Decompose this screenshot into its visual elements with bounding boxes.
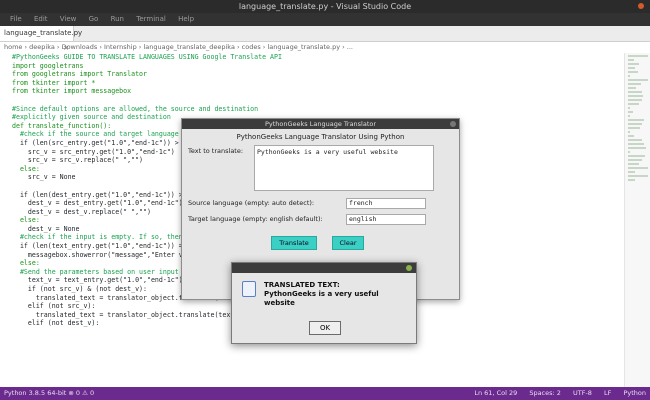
menu-file[interactable]: File — [10, 15, 22, 23]
menu-edit[interactable]: Edit — [34, 15, 48, 23]
minimap-line — [628, 143, 644, 145]
window-title: language_translate.py - Visual Studio Co… — [238, 2, 412, 11]
minimap-line — [628, 147, 646, 149]
minimap-line — [628, 75, 630, 77]
minimap-line — [628, 171, 635, 173]
status-indentation[interactable]: Spaces: 2 — [529, 389, 561, 397]
minimap-line — [628, 63, 640, 65]
status-eol[interactable]: LF — [604, 389, 611, 397]
editor-tab-bar: language_translate.py × — [0, 26, 650, 52]
clear-button[interactable]: Clear — [332, 236, 364, 250]
minimap-line — [628, 103, 639, 105]
menu-run[interactable]: Run — [111, 15, 124, 23]
minimap-line — [628, 87, 637, 89]
minimap-line — [628, 139, 643, 141]
minimap-line — [628, 163, 640, 165]
menu-bar: File Edit View Go Run Terminal Help — [0, 13, 650, 26]
code-line[interactable]: from tkinter import * — [0, 79, 622, 88]
dialog-message-line: TRANSLATED TEXT: — [264, 281, 340, 289]
app-close-icon[interactable] — [450, 121, 456, 127]
minimap-line — [628, 91, 642, 93]
code-line[interactable]: import googletrans — [0, 62, 622, 71]
minimap-line — [628, 67, 635, 69]
menu-help[interactable]: Help — [178, 15, 194, 23]
dialog-message: TRANSLATED TEXT: PythonGeeks is a very us… — [264, 281, 410, 308]
source-language-input[interactable]: french — [346, 198, 426, 209]
minimap-line — [628, 111, 634, 113]
status-bar: Python 3.8.5 64-bit ⊗ 0 ⚠ 0 Ln 61, Col 2… — [0, 387, 650, 400]
code-line[interactable]: #Since default options are allowed, the … — [0, 105, 622, 114]
status-language[interactable]: Python — [623, 389, 646, 397]
dialog-titlebar — [232, 263, 416, 273]
minimap-line — [628, 151, 631, 153]
target-language-input[interactable]: english — [346, 214, 426, 225]
minimap-line — [628, 99, 642, 101]
tab-label: language_translate.py — [4, 29, 83, 37]
status-cursor-position[interactable]: Ln 61, Col 29 — [474, 389, 517, 397]
dialog-message-line: PythonGeeks is a very useful website — [264, 290, 379, 307]
minimap-line — [628, 55, 648, 57]
dialog-close-icon[interactable] — [406, 265, 412, 271]
tab-language-translate[interactable]: language_translate.py × — [0, 26, 82, 52]
target-language-label: Target language (empty: english default)… — [188, 215, 323, 223]
menu-terminal[interactable]: Terminal — [136, 15, 166, 23]
translate-button[interactable]: Translate — [271, 236, 317, 250]
status-left[interactable]: Python 3.8.5 64-bit ⊗ 0 ⚠ 0 — [4, 387, 94, 400]
close-window-icon[interactable] — [638, 3, 644, 9]
app-heading: PythonGeeks Language Translator Using Py… — [236, 133, 405, 141]
text-to-translate-label: Text to translate: — [188, 147, 244, 155]
minimap-line — [628, 59, 634, 61]
menu-go[interactable]: Go — [89, 15, 99, 23]
window-titlebar: language_translate.py - Visual Studio Co… — [0, 0, 650, 13]
ok-button[interactable]: OK — [309, 321, 341, 335]
minimap-line — [628, 127, 640, 129]
minimap-line — [628, 95, 644, 97]
app-titlebar: PythonGeeks Language Translator — [182, 119, 459, 129]
app-title: PythonGeeks Language Translator — [264, 120, 377, 128]
minimap-line — [628, 119, 644, 121]
code-line[interactable]: from tkinter import messagebox — [0, 87, 622, 96]
source-language-label: Source language (empty: auto detect): — [188, 199, 315, 207]
translated-text-dialog: TRANSLATED TEXT: PythonGeeks is a very us… — [231, 262, 417, 344]
minimap-line — [628, 159, 643, 161]
code-line[interactable]: from googletrans import Translator — [0, 70, 622, 79]
code-line[interactable]: #PythonGeeks GUIDE TO TRANSLATE LANGUAGE… — [0, 53, 622, 62]
code-line[interactable] — [0, 96, 622, 105]
minimap-line — [628, 123, 643, 125]
minimap-line — [628, 115, 630, 117]
minimap[interactable] — [624, 53, 650, 387]
minimap-line — [628, 175, 648, 177]
minimap-line — [628, 79, 648, 81]
info-icon — [242, 281, 256, 297]
minimap-line — [628, 155, 645, 157]
minimap-line — [628, 83, 642, 85]
minimap-line — [628, 131, 631, 133]
menu-view[interactable]: View — [60, 15, 77, 23]
minimap-line — [628, 179, 636, 181]
minimap-line — [628, 71, 638, 73]
minimap-line — [628, 167, 648, 169]
text-to-translate-input[interactable]: PythonGeeks is a very useful website — [254, 145, 434, 191]
minimap-line — [628, 135, 634, 137]
minimap-line — [628, 107, 631, 109]
status-encoding[interactable]: UTF-8 — [573, 389, 592, 397]
breadcrumb[interactable]: home › deepika › Downloads › Internship … — [0, 42, 624, 53]
